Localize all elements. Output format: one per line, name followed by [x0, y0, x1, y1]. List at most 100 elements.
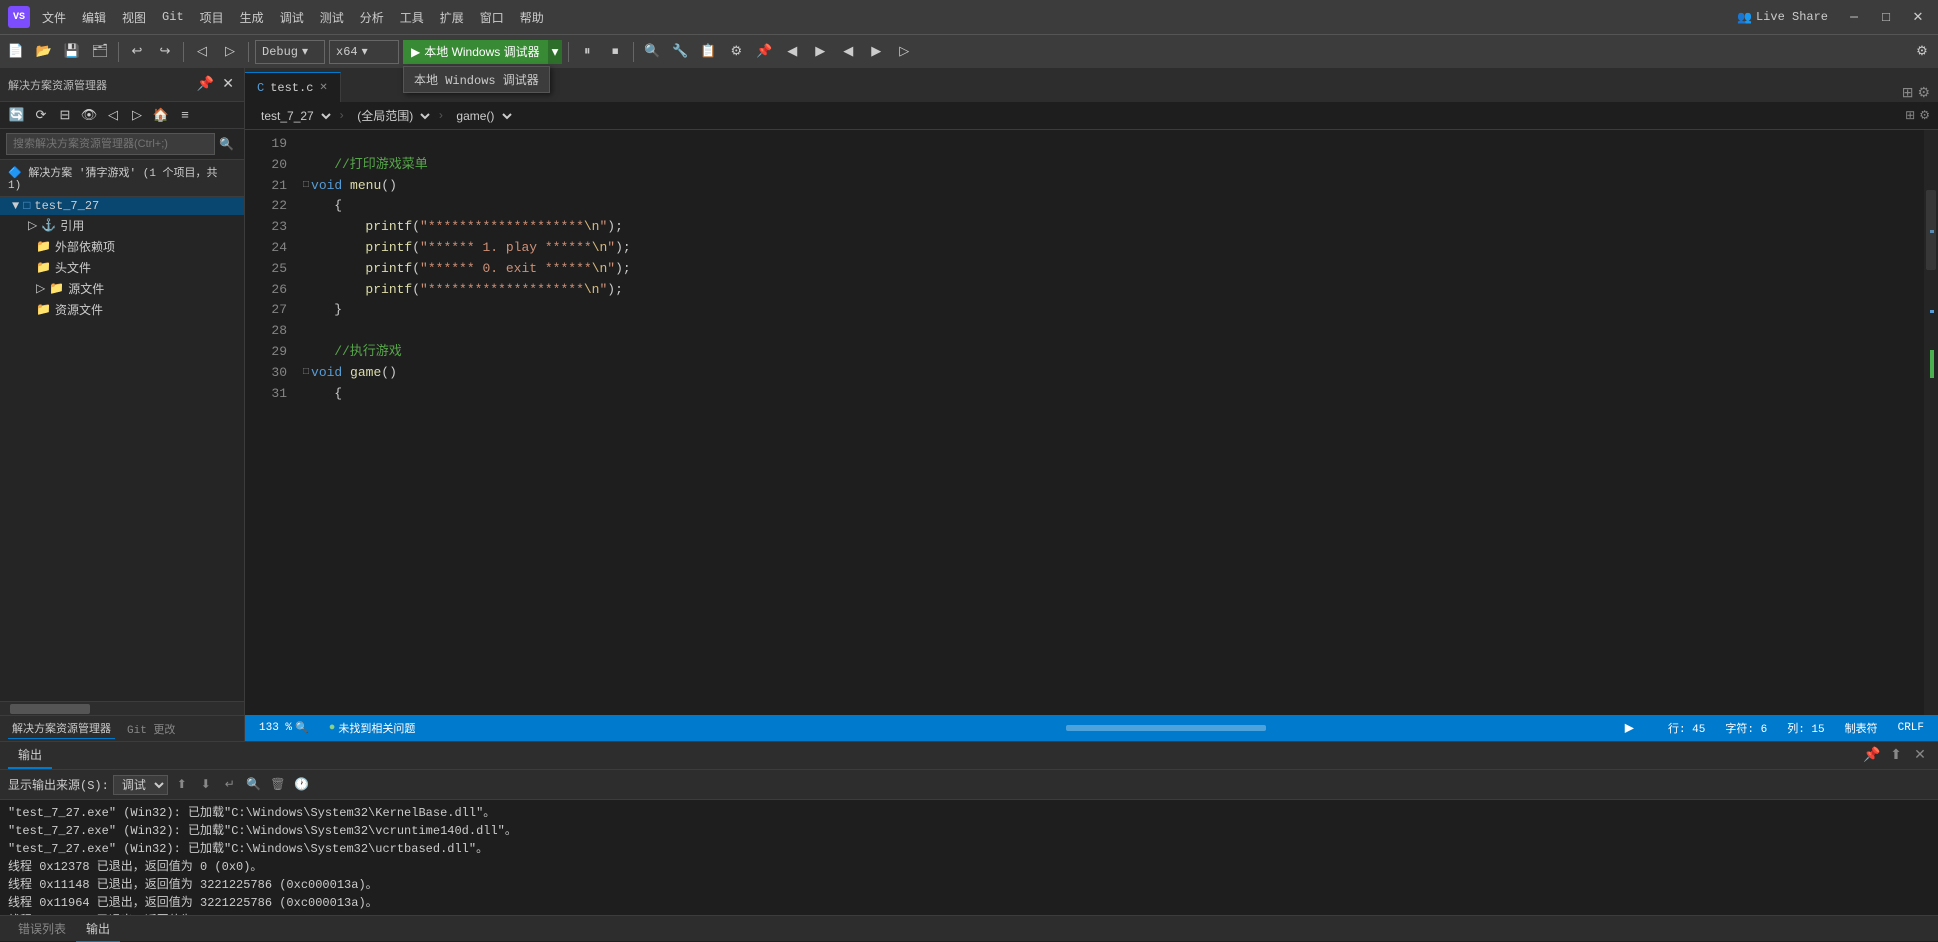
live-share-button[interactable]: 👥 Live Share: [1731, 8, 1834, 27]
tree-item-headers[interactable]: 📁 头文件: [0, 257, 244, 278]
menu-extensions[interactable]: 扩展: [432, 5, 472, 30]
menu-view[interactable]: 视图: [114, 5, 154, 30]
panel-close-btn[interactable]: ✕: [1910, 746, 1930, 766]
sidebar-tab-git[interactable]: Git 更改: [123, 719, 179, 739]
toolbar-btn-8[interactable]: 🔧: [668, 40, 692, 64]
panel-tab-output[interactable]: 输出: [8, 742, 52, 769]
toolbar-btn-16[interactable]: ▷: [892, 40, 916, 64]
minimize-button[interactable]: ─: [1842, 5, 1866, 29]
collapse-btn-30[interactable]: □: [303, 363, 309, 384]
tree-item-external-deps[interactable]: 📁 外部依赖项: [0, 236, 244, 257]
sidebar-filter-btn[interactable]: ≡: [174, 104, 196, 126]
maximize-button[interactable]: □: [1874, 5, 1898, 29]
menu-test[interactable]: 测试: [312, 5, 352, 30]
bottom-tab-errors[interactable]: 错误列表: [8, 916, 76, 941]
status-char[interactable]: 字符: 6: [1719, 715, 1773, 741]
save-all-btn[interactable]: 🗂: [88, 40, 112, 64]
code-content[interactable]: //打印游戏菜单 □void menu() { printf(″********…: [295, 130, 1924, 715]
search-icon[interactable]: 🔍: [215, 137, 238, 152]
sidebar-collapse-btn[interactable]: ⊟: [54, 104, 76, 126]
sidebar-close-btn[interactable]: ✕: [220, 74, 236, 95]
tab-list-btn[interactable]: ⊞: [1902, 85, 1914, 102]
run-main-btn[interactable]: ▶ 本地 Windows 调试器: [403, 40, 548, 64]
tree-item-references[interactable]: ▷ ⚓ 引用: [0, 215, 244, 236]
toolbar-btn-10[interactable]: ⚙: [724, 40, 748, 64]
toolbar-btn-12[interactable]: ◀: [780, 40, 804, 64]
sidebar-sync-btn[interactable]: 🔄: [6, 104, 28, 126]
toolbar-btn-9[interactable]: 📋: [696, 40, 720, 64]
search-input[interactable]: [6, 133, 215, 155]
project-node[interactable]: ▼ □ test_7_27: [0, 197, 244, 215]
settings-btn[interactable]: ⚙: [1910, 40, 1934, 64]
menu-debug[interactable]: 调试: [272, 5, 312, 30]
forward-btn[interactable]: ▷: [218, 40, 242, 64]
toolbar-btn-15[interactable]: ▶: [864, 40, 888, 64]
sidebar-home-btn[interactable]: 🏠: [150, 104, 172, 126]
platform-dropdown[interactable]: x64 ▾: [329, 40, 399, 64]
sidebar-scrollbar[interactable]: [0, 701, 244, 715]
panel-pin-btn[interactable]: 📌: [1862, 746, 1882, 766]
menu-help[interactable]: 帮助: [512, 5, 552, 30]
panel-maximize-btn[interactable]: ⬆: [1886, 746, 1906, 766]
toolbar-btn-14[interactable]: ◀: [836, 40, 860, 64]
sidebar-show-all-btn[interactable]: 👁: [78, 104, 100, 126]
undo-btn[interactable]: ↩: [125, 40, 149, 64]
status-errors[interactable]: ● 未找到相关问题: [323, 715, 422, 741]
output-clock-btn[interactable]: 🕐: [292, 775, 312, 795]
breadcrumb-file-select[interactable]: test_7_27: [253, 105, 334, 127]
status-zoom[interactable]: 133 % 🔍: [253, 715, 315, 741]
back-btn[interactable]: ◁: [190, 40, 214, 64]
editor-tab-testc[interactable]: C test.c ✕: [245, 72, 341, 102]
menu-analyze[interactable]: 分析: [352, 5, 392, 30]
run-dropdown-arrow[interactable]: ▾: [548, 40, 563, 64]
status-col[interactable]: 列: 15: [1781, 715, 1830, 741]
status-row[interactable]: 行: 45: [1662, 715, 1711, 741]
output-search-btn[interactable]: 🔍: [244, 775, 264, 795]
menu-edit[interactable]: 编辑: [74, 5, 114, 30]
status-scroll-arrow[interactable]: ▶: [1625, 721, 1634, 736]
breadcrumb-settings-btn[interactable]: ⚙: [1919, 108, 1930, 123]
editor-scrollbar[interactable]: [1924, 130, 1938, 715]
menu-build[interactable]: 生成: [232, 5, 272, 30]
new-project-btn[interactable]: 📄: [4, 40, 28, 64]
tree-item-resources[interactable]: 📁 资源文件: [0, 299, 244, 320]
tab-settings-btn[interactable]: ⚙: [1917, 85, 1930, 102]
menu-tools[interactable]: 工具: [392, 5, 432, 30]
sidebar-tab-solution[interactable]: 解决方案资源管理器: [8, 718, 115, 739]
toolbar-btn-6[interactable]: ⏹: [603, 40, 627, 64]
menu-window[interactable]: 窗口: [472, 5, 512, 30]
output-clear-btn[interactable]: 🗑: [268, 775, 288, 795]
output-source-select[interactable]: 调试: [113, 775, 168, 795]
toolbar-btn-5[interactable]: ⏸: [575, 40, 599, 64]
collapse-btn-21[interactable]: □: [303, 176, 309, 197]
status-line-ending[interactable]: CRLF: [1892, 715, 1930, 741]
toolbar-btn-11[interactable]: 📌: [752, 40, 776, 64]
toolbar-btn-13[interactable]: ▶: [808, 40, 832, 64]
breadcrumb-func-select[interactable]: game(): [448, 105, 515, 127]
breadcrumb-scope-select[interactable]: (全局范围): [349, 105, 433, 127]
tab-close-btn[interactable]: ✕: [319, 82, 327, 94]
open-btn[interactable]: 📂: [32, 40, 56, 64]
breadcrumb-expand-btn[interactable]: ⊞: [1905, 108, 1915, 123]
status-tab-type[interactable]: 制表符: [1839, 715, 1884, 741]
status-scroll-thumb[interactable]: [1066, 725, 1266, 731]
scroll-thumb[interactable]: [1926, 190, 1936, 270]
output-down-btn[interactable]: ⬇: [196, 775, 216, 795]
output-up-btn[interactable]: ⬆: [172, 775, 192, 795]
sidebar-refresh-btn[interactable]: ⟳: [30, 104, 52, 126]
bottom-tab-output[interactable]: 输出: [76, 916, 120, 942]
sidebar-forward-btn[interactable]: ▷: [126, 104, 148, 126]
output-wrap-btn[interactable]: ↵: [220, 775, 240, 795]
tree-item-sources[interactable]: ▷ 📁 源文件: [0, 278, 244, 299]
sidebar-back-btn[interactable]: ◁: [102, 104, 124, 126]
save-btn[interactable]: 💾: [60, 40, 84, 64]
toolbar-btn-7[interactable]: 🔍: [640, 40, 664, 64]
close-button[interactable]: ✕: [1906, 5, 1930, 29]
minimap-scrollbar[interactable]: [1924, 130, 1938, 715]
menu-file[interactable]: 文件: [34, 5, 74, 30]
menu-project[interactable]: 项目: [192, 5, 232, 30]
sidebar-pin-btn[interactable]: 📌: [195, 74, 216, 95]
menu-git[interactable]: Git: [154, 6, 192, 28]
redo-btn[interactable]: ↪: [153, 40, 177, 64]
debug-config-dropdown[interactable]: Debug ▾: [255, 40, 325, 64]
